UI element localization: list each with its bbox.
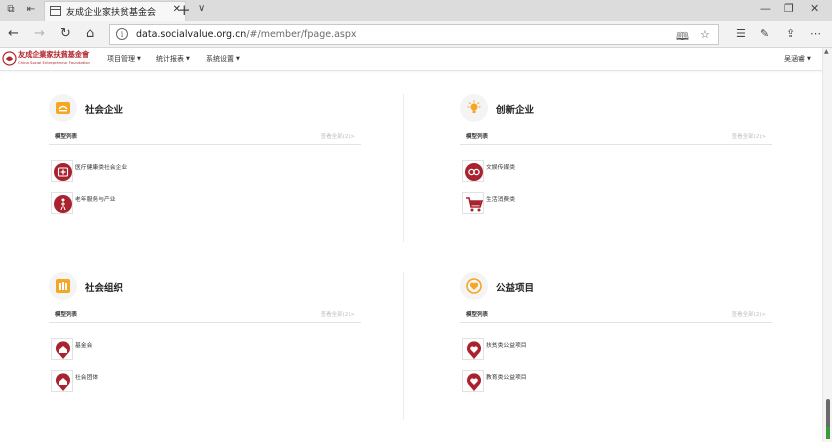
home-pin-icon <box>51 338 73 360</box>
model-list-header: 模型列表 查看全部(2)> <box>460 132 772 145</box>
model-list-label: 模型列表 <box>466 134 489 140</box>
chevron-down-icon: ▼ <box>186 56 190 62</box>
logo-chinese-text: 友成企業家扶貧基金會 <box>18 50 89 59</box>
item-label: 扶贫类公益项目 <box>486 343 527 349</box>
model-list-header: 模型列表 查看全部(2)> <box>49 132 361 145</box>
model-list-header: 模型列表 查看全部(2)> <box>49 310 361 323</box>
list-item[interactable]: 老年服务与产业 <box>51 192 251 216</box>
menu-project-management[interactable]: 项目管理 ▼ <box>107 54 141 64</box>
list-item[interactable]: 文娱传媒类 <box>462 160 662 184</box>
item-label: 教育类公益项目 <box>486 375 527 381</box>
section-social-organization: 社会组织 模型列表 查看全部(2)> 基金会 社会团体 <box>49 272 361 392</box>
site-info-icon[interactable]: i <box>116 28 128 40</box>
medical-cross-icon <box>51 160 73 182</box>
list-item[interactable]: 生活消费类 <box>462 192 662 216</box>
item-label: 基金会 <box>75 343 93 349</box>
close-window-icon[interactable]: ✕ <box>810 2 819 15</box>
browser-tab[interactable]: 友成企业家扶贫基金会 ✕ <box>44 1 186 21</box>
charity-heart-icon <box>460 272 488 300</box>
browser-nav-bar: ← → ↻ ⌂ i data.socialvalue.org.cn/#/memb… <box>0 21 832 48</box>
logo-english-text: China Social Entrepreneur Foundation <box>18 60 90 65</box>
shopping-cart-icon <box>462 192 484 214</box>
more-menu-icon[interactable]: ⋯ <box>810 26 821 42</box>
item-label: 医疗健康类社会企业 <box>75 165 128 171</box>
home-pin-icon <box>51 370 73 392</box>
list-item[interactable]: 医疗健康类社会企业 <box>51 160 251 184</box>
item-label: 社会团体 <box>75 375 99 381</box>
item-label: 老年服务与产业 <box>75 197 116 203</box>
chevron-down-icon: ▼ <box>807 56 811 62</box>
model-list-label: 模型列表 <box>55 134 78 140</box>
section-title: 公益项目 <box>496 283 535 294</box>
elderly-service-icon <box>51 192 73 214</box>
section-innovative-enterprise: 创新企业 模型列表 查看全部(2)> 文娱传媒类 生活消费类 <box>460 94 772 214</box>
chevron-down-icon: ▼ <box>137 56 141 62</box>
view-all-link[interactable]: 查看全部(2)> <box>732 132 766 140</box>
favorite-star-icon[interactable]: ☆ <box>700 28 710 41</box>
social-enterprise-icon <box>49 94 77 122</box>
scroll-indicator <box>826 427 830 439</box>
section-title: 社会组织 <box>85 283 124 294</box>
dashboard-content: 社会企业 模型列表 查看全部(2)> 医疗健康类社会企业 老年服务与产业 创新企… <box>0 72 822 442</box>
list-item[interactable]: 教育类公益项目 <box>462 370 662 394</box>
web-note-icon[interactable]: ✎ <box>760 26 769 42</box>
page-favicon-icon <box>50 6 61 16</box>
menu-system-settings[interactable]: 系统设置 ▼ <box>206 54 240 64</box>
media-link-icon <box>462 160 484 182</box>
item-label: 文娱传媒类 <box>486 165 515 171</box>
section-social-enterprise: 社会企业 模型列表 查看全部(2)> 医疗健康类社会企业 老年服务与产业 <box>49 94 361 214</box>
favorites-hub-icon[interactable]: ☰ <box>736 26 746 42</box>
minimize-icon[interactable]: — <box>760 2 771 15</box>
list-item[interactable]: 扶贫类公益项目 <box>462 338 662 362</box>
site-header: 友成企業家扶貧基金會 China Social Entrepreneur Fou… <box>0 48 822 71</box>
new-tab-icon[interactable]: + <box>178 1 191 19</box>
view-all-link[interactable]: 查看全部(2)> <box>321 132 355 140</box>
item-label: 生活消费类 <box>486 197 515 203</box>
list-item[interactable]: 基金会 <box>51 338 251 362</box>
user-menu[interactable]: 吴涵睿 ▼ <box>784 54 811 64</box>
tab-list-chevron-icon[interactable]: ∨ <box>198 3 205 14</box>
model-list-header: 模型列表 查看全部(2)> <box>460 310 772 323</box>
url-text[interactable]: data.socialvalue.org.cn/#/member/fpage.a… <box>136 29 357 40</box>
section-title: 创新企业 <box>496 105 535 116</box>
restore-icon[interactable]: ❐ <box>784 2 794 15</box>
heart-pin-icon <box>462 338 484 360</box>
view-all-link[interactable]: 查看全部(2)> <box>321 310 355 318</box>
foundation-logo[interactable]: 友成企業家扶貧基金會 China Social Entrepreneur Fou… <box>2 50 91 69</box>
column-divider <box>403 94 404 242</box>
page-scrollbar[interactable]: ▲ <box>822 48 832 442</box>
column-divider <box>403 272 404 420</box>
organization-icon <box>49 272 77 300</box>
address-bar[interactable]: i data.socialvalue.org.cn/#/member/fpage… <box>109 24 719 45</box>
share-icon[interactable]: ⇪ <box>786 26 795 42</box>
home-icon[interactable]: ⌂ <box>86 26 94 42</box>
section-title: 社会企业 <box>85 105 124 116</box>
browser-tab-bar: ⧉ ⇤ 友成企业家扶贫基金会 ✕ + ∨ — ❐ ✕ <box>0 0 832 21</box>
section-charity-projects: 公益项目 模型列表 查看全部(2)> 扶贫类公益项目 教育类公益项目 <box>460 272 772 392</box>
model-list-label: 模型列表 <box>55 312 78 318</box>
tab-title: 友成企业家扶贫基金会 <box>66 8 157 18</box>
refresh-icon[interactable]: ↻ <box>60 26 71 42</box>
logo-emblem-icon <box>2 51 17 66</box>
list-item[interactable]: 社会团体 <box>51 370 251 394</box>
menu-statistics-reports[interactable]: 统计报表 ▼ <box>156 54 190 64</box>
forward-icon[interactable]: → <box>34 26 45 42</box>
lightbulb-icon <box>460 94 488 122</box>
view-all-link[interactable]: 查看全部(2)> <box>732 310 766 318</box>
model-list-label: 模型列表 <box>466 312 489 318</box>
reading-view-icon[interactable]: 🕮 <box>676 28 689 47</box>
heart-pin-icon <box>462 370 484 392</box>
tab-actions-icon[interactable]: ⧉ <box>4 3 18 17</box>
set-aside-tabs-icon[interactable]: ⇤ <box>24 3 38 17</box>
chevron-down-icon: ▼ <box>236 56 240 62</box>
scroll-up-icon[interactable]: ▲ <box>824 48 829 55</box>
back-icon[interactable]: ← <box>8 26 19 42</box>
